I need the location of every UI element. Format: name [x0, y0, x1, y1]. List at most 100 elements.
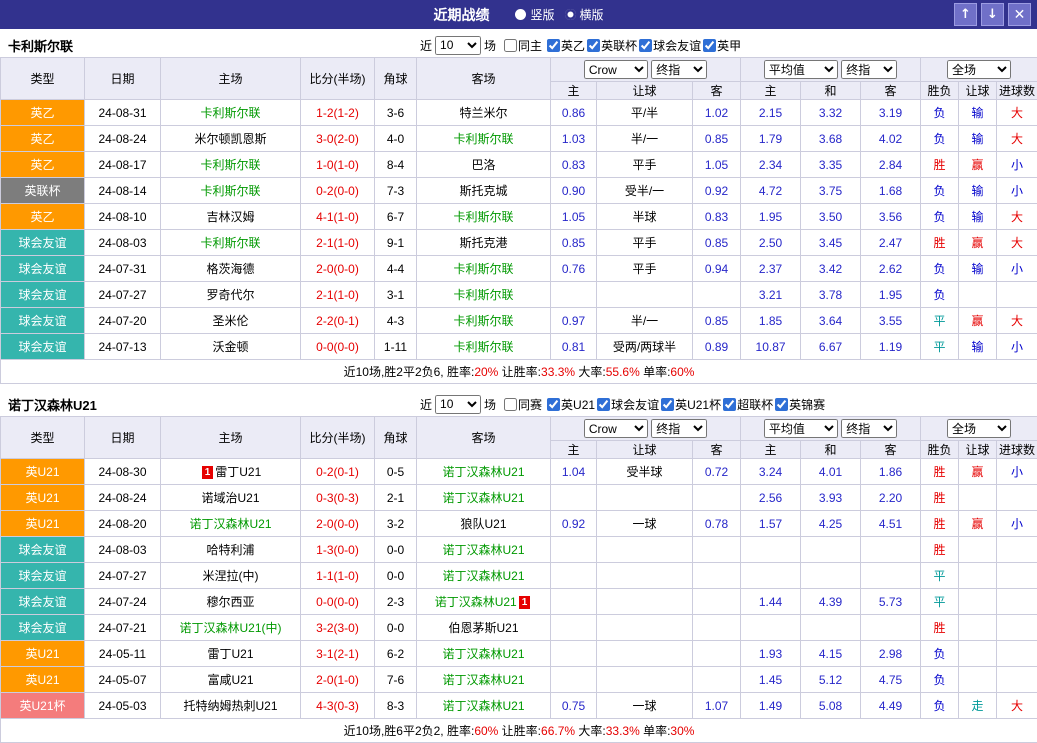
league-filter-checkbox[interactable]: [723, 398, 736, 411]
league-filter-checkbox[interactable]: [547, 39, 560, 52]
avg-away-odds-cell: 2.62: [861, 256, 921, 282]
corner-cell: 0-0: [375, 615, 417, 641]
result-cell: 平: [921, 563, 959, 589]
move-up-button[interactable]: ↑: [954, 3, 977, 26]
league-filter[interactable]: 英U21: [547, 396, 595, 413]
handicap-away-odds-cell: [693, 615, 741, 641]
avg-away-odds-cell: 3.56: [861, 204, 921, 230]
avg-away-odds-cell: 4.75: [861, 667, 921, 693]
average-final-select[interactable]: 终指: [841, 419, 897, 438]
league-type-cell: 球会友谊: [1, 282, 85, 308]
corner-cell: 3-2: [375, 511, 417, 537]
same-filter-checkbox[interactable]: [504, 398, 517, 411]
team-name: 巴洛: [471, 158, 495, 172]
home-team-cell: 圣米伦: [161, 308, 301, 334]
result-cell: 平: [921, 334, 959, 360]
games-label: 场: [484, 396, 496, 413]
handicap-away-odds-cell: 0.94: [693, 256, 741, 282]
handicap-home-odds-cell: 0.86: [551, 100, 597, 126]
section-subheader: 诺丁汉森林U21 近 10 场 同赛 英U21球会友谊英U21杯超联杯英锦赛: [0, 392, 1037, 416]
move-down-button[interactable]: ↓: [981, 3, 1004, 26]
avg-away-odds-cell: 2.20: [861, 485, 921, 511]
league-filter-checkbox[interactable]: [661, 398, 674, 411]
team-name: 卡利斯尔联: [453, 132, 513, 146]
league-filter-checkbox[interactable]: [587, 39, 600, 52]
summary-segment: 近10场,胜6平2负2, 胜率:: [344, 724, 475, 738]
layout-option-vertical[interactable]: 竖版: [515, 6, 554, 23]
match-row: 英U2124-08-301雷丁U210-2(0-1)0-5诺丁汉森林U211.0…: [1, 459, 1037, 485]
vertical-layout-radio[interactable]: [515, 9, 526, 20]
handicap-home-odds-cell: 0.75: [551, 693, 597, 719]
score-cell: 2-0(0-0): [301, 256, 375, 282]
goals-result-cell: [997, 589, 1037, 615]
odds-source-select[interactable]: Crow: [584, 419, 648, 438]
result-cell: 负: [921, 204, 959, 230]
avg-away-odds-cell: 5.73: [861, 589, 921, 615]
result-cell: 负: [921, 256, 959, 282]
league-type-cell: 英联杯: [1, 178, 85, 204]
match-count-select[interactable]: 10: [435, 36, 481, 55]
league-filter[interactable]: 英甲: [703, 37, 741, 54]
league-filter-checkbox[interactable]: [597, 398, 610, 411]
scope-controls: 全场: [921, 417, 1037, 441]
handicap-line-cell: 半/一: [597, 126, 693, 152]
league-filter[interactable]: 超联杯: [723, 396, 773, 413]
handicap-result-cell: 输: [959, 256, 997, 282]
league-filter[interactable]: 英乙: [547, 37, 585, 54]
team-name: 诺丁汉森林U21(中): [179, 621, 281, 635]
match-count-select[interactable]: 10: [435, 395, 481, 414]
handicap-away-odds-cell: 0.85: [693, 230, 741, 256]
scope-select[interactable]: 全场: [947, 60, 1011, 79]
team-name: 沃金顿: [212, 340, 248, 354]
league-filter-checkbox[interactable]: [639, 39, 652, 52]
league-filter-checkbox[interactable]: [775, 398, 788, 411]
col-header-score: 比分(半场): [301, 417, 375, 459]
handicap-line-cell: 平手: [597, 152, 693, 178]
home-team-cell: 雷丁U21: [161, 641, 301, 667]
odds-source-select[interactable]: Crow: [584, 60, 648, 79]
league-filter[interactable]: 英联杯: [587, 37, 637, 54]
average-select[interactable]: 平均值: [764, 60, 838, 79]
scope-select[interactable]: 全场: [947, 419, 1011, 438]
league-filter[interactable]: 英U21杯: [661, 396, 721, 413]
average-select[interactable]: 平均值: [764, 419, 838, 438]
same-filter[interactable]: 同主: [504, 37, 542, 54]
horizontal-layout-radio[interactable]: [565, 9, 576, 20]
handicap-home-odds-cell: 1.04: [551, 459, 597, 485]
away-team-cell: 诺丁汉森林U21: [417, 667, 551, 693]
odds-final-select[interactable]: 终指: [651, 60, 707, 79]
same-filter[interactable]: 同赛: [504, 396, 542, 413]
handicap-away-odds-cell: 1.05: [693, 152, 741, 178]
handicap-result-cell: 输: [959, 126, 997, 152]
odds-final-select[interactable]: 终指: [651, 419, 707, 438]
home-team-cell: 诺域治U21: [161, 485, 301, 511]
league-filter-checkbox[interactable]: [547, 398, 560, 411]
avg-home-odds-cell: 1.85: [741, 308, 801, 334]
same-filter-checkbox[interactable]: [504, 39, 517, 52]
avg-draw-odds-cell: 3.45: [801, 230, 861, 256]
league-filter-checkbox[interactable]: [703, 39, 716, 52]
handicap-away-odds-cell: 0.83: [693, 204, 741, 230]
match-row: 球会友谊24-07-31格茨海德2-0(0-0)4-4卡利斯尔联0.76平手0.…: [1, 256, 1037, 282]
team-name: 卡利斯尔联: [453, 210, 513, 224]
date-cell: 24-08-14: [85, 178, 161, 204]
avg-away-odds-cell: 1.68: [861, 178, 921, 204]
corner-cell: 4-3: [375, 308, 417, 334]
summary-segment: 大率:: [575, 724, 606, 738]
avg-away-odds-cell: [861, 563, 921, 589]
handicap-away-odds-cell: 0.72: [693, 459, 741, 485]
match-row: 球会友谊24-07-27米涅拉(中)1-1(1-0)0-0诺丁汉森林U21平: [1, 563, 1037, 589]
close-button[interactable]: ✕: [1008, 3, 1031, 26]
league-filter[interactable]: 球会友谊: [639, 37, 701, 54]
layout-option-horizontal[interactable]: 横版: [565, 6, 604, 23]
average-final-select[interactable]: 终指: [841, 60, 897, 79]
summary-segment: 单率:: [640, 724, 671, 738]
away-team-cell: 诺丁汉森林U21: [417, 459, 551, 485]
league-filter[interactable]: 球会友谊: [597, 396, 659, 413]
league-filter[interactable]: 英锦赛: [775, 396, 825, 413]
col-header-avg-away: 客: [861, 82, 921, 100]
league-type-cell: 英U21杯: [1, 693, 85, 719]
col-header-result: 胜负: [921, 82, 959, 100]
corner-cell: 4-0: [375, 126, 417, 152]
result-cell: 负: [921, 126, 959, 152]
